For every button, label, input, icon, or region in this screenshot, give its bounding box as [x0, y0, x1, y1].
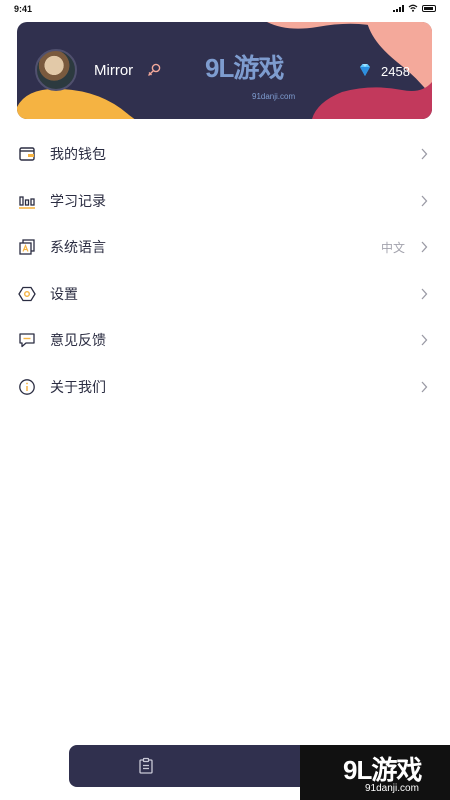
chevron-right-icon — [421, 288, 428, 300]
language-icon — [19, 239, 35, 255]
status-bar: 9:41 — [0, 0, 450, 18]
watermark-logo: 9L游戏 — [205, 53, 284, 83]
diamond-icon — [360, 64, 370, 76]
bar-chart-icon — [19, 196, 35, 209]
menu-label: 我的钱包 — [50, 146, 106, 163]
menu-item-about[interactable]: 关于我们 — [0, 364, 450, 411]
menu-label: 学习记录 — [50, 192, 106, 209]
chevron-right-icon — [421, 241, 428, 253]
menu-label: 系统语言 — [50, 239, 106, 256]
menu-item-study-record[interactable]: 学习记录 — [0, 178, 450, 225]
menu-label: 设置 — [50, 285, 78, 302]
feedback-icon — [19, 333, 35, 348]
chevron-right-icon — [421, 195, 428, 207]
avatar[interactable] — [35, 49, 77, 91]
wallet-icon — [19, 147, 35, 161]
menu-item-feedback[interactable]: 意见反馈 — [0, 317, 450, 364]
menu-label: 关于我们 — [50, 378, 106, 395]
chevron-right-icon — [421, 334, 428, 346]
menu-item-language[interactable]: 系统语言 中文 — [0, 224, 450, 271]
menu-item-wallet[interactable]: 我的钱包 — [0, 131, 450, 178]
diamond-count: 2458 — [381, 64, 410, 79]
wifi-icon — [408, 4, 418, 12]
menu-label: 意见反馈 — [50, 332, 106, 349]
chevron-right-icon — [421, 148, 428, 160]
chevron-right-icon — [421, 381, 428, 393]
corner-watermark-url: 91danji.com — [365, 783, 419, 794]
language-value: 中文 — [380, 240, 405, 255]
username: Mirror — [94, 62, 134, 79]
menu-item-settings[interactable]: 设置 — [0, 271, 450, 318]
corner-watermark-logo: 9L游戏 — [343, 755, 422, 785]
status-time: 9:41 — [14, 4, 33, 14]
female-icon — [148, 63, 161, 76]
menu-list: 我的钱包 学习记录 系统语言 中文 设置 意见反馈 关于我们 — [0, 131, 450, 410]
settings-icon — [18, 286, 36, 301]
status-icons — [393, 4, 436, 12]
info-icon — [19, 378, 35, 395]
decor-blob-yellow — [17, 88, 135, 119]
watermark-url: 91danji.com — [252, 92, 296, 101]
battery-icon — [422, 4, 436, 12]
cellular-signal-icon — [393, 4, 404, 12]
clipboard-icon[interactable] — [137, 757, 155, 775]
